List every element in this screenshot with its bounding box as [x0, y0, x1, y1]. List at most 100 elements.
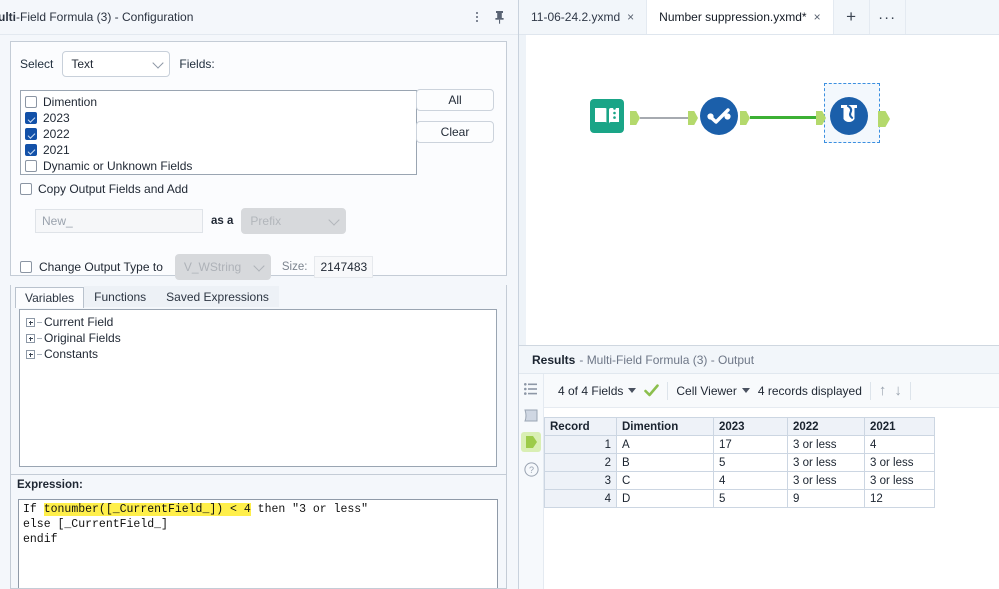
select-row: Select Text Fields:	[11, 42, 506, 77]
panel-glyph	[523, 409, 537, 421]
fields-selector[interactable]: 4 of 4 Fields	[558, 384, 637, 398]
checkbox-2023[interactable]	[25, 112, 37, 124]
connection-1[interactable]	[640, 117, 688, 119]
checkbox-dynamic-unknown[interactable]	[25, 160, 37, 172]
check-circle-icon	[700, 97, 738, 135]
scroll-up-icon[interactable]: ↑	[879, 382, 887, 399]
cell-2023: 4	[713, 471, 788, 490]
select-all-button[interactable]: All	[416, 89, 494, 111]
workflow-tab-1[interactable]: 11-06-24.2.yxmd ×	[519, 0, 648, 34]
field-label: Dynamic or Unknown Fields	[43, 159, 193, 173]
tree-item-label: Current Field	[44, 315, 114, 329]
output-type-dropdown[interactable]: V_WString	[174, 254, 271, 280]
field-item-2023[interactable]: 2023	[25, 110, 416, 126]
cell-viewer-label: Cell Viewer	[676, 383, 737, 398]
tab-functions[interactable]: Functions	[84, 286, 157, 307]
chevron-down-icon	[741, 388, 750, 393]
workflow-tab-2[interactable]: Number suppression.yxmd* ×	[647, 0, 834, 34]
table-row[interactable]: 3 C 4 3 or less 3 or less	[544, 471, 935, 490]
column-header-2023[interactable]: 2023	[713, 417, 788, 436]
column-header-record[interactable]: Record	[544, 417, 617, 436]
tab-overflow-button[interactable]: ···	[870, 0, 906, 34]
cell-2022: 9	[787, 489, 865, 508]
panel-view-icon[interactable]	[522, 406, 540, 424]
scroll-down-icon[interactable]: ↓	[894, 382, 902, 399]
close-icon[interactable]: ×	[627, 11, 634, 23]
more-options-icon[interactable]	[466, 5, 488, 29]
expand-plus-icon[interactable]	[26, 333, 35, 343]
expression-editor[interactable]: If tonumber([_CurrentField_]) < 4 then "…	[18, 499, 498, 588]
field-item-2021[interactable]: 2021	[25, 142, 416, 158]
new-name-row: New_ as a Prefix	[35, 208, 347, 234]
column-header-2021[interactable]: 2021	[864, 417, 935, 436]
tree-item-label: Original Fields	[44, 331, 121, 345]
multi-field-formula-tool[interactable]	[828, 95, 870, 140]
copy-output-fields-row[interactable]: Copy Output Fields and Add	[20, 181, 188, 197]
new-tab-button[interactable]: +	[834, 0, 870, 34]
fields-confirm-icon[interactable]	[644, 384, 660, 397]
expression-line2: else [_CurrentField_]	[23, 518, 168, 531]
output-anchor-1[interactable]	[630, 111, 640, 125]
field-item-dynamic-unknown[interactable]: Dynamic or Unknown Fields	[25, 158, 416, 174]
connection-2[interactable]	[750, 116, 816, 119]
checkbox-2022[interactable]	[25, 128, 37, 140]
field-item-dimention[interactable]: Dimention	[25, 94, 416, 110]
cell-dimention: B	[616, 453, 714, 472]
new-name-input[interactable]: New_	[35, 209, 203, 233]
chevron-down-icon	[152, 57, 165, 69]
toolbar-separator	[667, 381, 669, 400]
anchor-glyph	[525, 436, 537, 448]
size-input[interactable]: 2147483	[314, 256, 374, 278]
results-header: Results - Multi-Field Formula (3) - Outp…	[519, 346, 999, 374]
help-icon[interactable]: ?	[522, 460, 540, 478]
question-circle-glyph: ?	[523, 461, 539, 477]
checkbox-dimention[interactable]	[25, 96, 37, 108]
close-icon[interactable]: ×	[814, 11, 821, 23]
expand-plus-icon[interactable]	[26, 349, 35, 359]
book-icon	[590, 99, 624, 133]
workflow-tab-bar: 11-06-24.2.yxmd × Number suppression.yxm…	[519, 0, 999, 35]
fields-list[interactable]: Dimention 2023 2022 2021 Dynamic or Unkn…	[20, 90, 417, 175]
results-title: Results	[532, 352, 576, 367]
output-anchor-3[interactable]	[878, 111, 890, 127]
cell-2022: 3 or less	[787, 453, 865, 472]
tab-variables[interactable]: Variables	[15, 287, 85, 308]
configuration-panel: ulti-Field Formula (3) - Configuration S…	[0, 0, 519, 589]
tab-saved-expressions[interactable]: Saved Expressions	[156, 286, 279, 307]
table-row[interactable]: 1 A 17 3 or less 4	[544, 435, 935, 454]
column-header-2022[interactable]: 2022	[787, 417, 865, 436]
output-anchor-icon[interactable]	[521, 432, 541, 452]
checkbox-2021[interactable]	[25, 144, 37, 156]
column-header-dimention[interactable]: Dimention	[616, 417, 714, 436]
tree-item-original-fields[interactable]: Original Fields	[26, 330, 496, 346]
cell-viewer-selector[interactable]: Cell Viewer	[676, 383, 750, 398]
cell-dimention: D	[616, 489, 714, 508]
tree-item-current-field[interactable]: Current Field	[26, 314, 496, 330]
cell-2021: 4	[864, 435, 935, 454]
text-input-tool[interactable]	[586, 95, 628, 140]
cell-2021: 12	[864, 489, 935, 508]
checkbox-copy-output-fields[interactable]	[20, 183, 32, 195]
list-view-icon[interactable]	[522, 380, 540, 398]
table-row[interactable]: 2 B 5 3 or less 3 or less	[544, 453, 935, 472]
variables-tree[interactable]: Current Field Original Fields Constants	[19, 309, 497, 467]
tree-item-constants[interactable]: Constants	[26, 346, 496, 362]
input-anchor-2[interactable]	[688, 111, 698, 125]
page-title-bold: ulti	[0, 10, 16, 24]
cell-dimention: C	[616, 471, 714, 490]
select-type-dropdown[interactable]: Text	[62, 51, 171, 77]
select-tool[interactable]	[698, 95, 740, 140]
cell-record: 3	[544, 471, 617, 490]
tree-dash	[37, 353, 42, 355]
cell-record: 2	[544, 453, 617, 472]
results-grid[interactable]: Record Dimention 2023 2022 2021 1 A 17 3	[544, 408, 999, 589]
output-anchor-2[interactable]	[740, 111, 750, 125]
prefix-suffix-dropdown[interactable]: Prefix	[241, 208, 347, 234]
field-item-2022[interactable]: 2022	[25, 126, 416, 142]
pin-icon[interactable]	[488, 5, 510, 29]
checkbox-change-output-type[interactable]	[20, 261, 32, 273]
workflow-canvas[interactable]: If tonumber ([_CurrentField_]) < 4 then …	[519, 35, 999, 346]
clear-selection-button[interactable]: Clear	[416, 121, 494, 143]
expand-plus-icon[interactable]	[26, 317, 35, 327]
table-row[interactable]: 4 D 5 9 12	[544, 489, 935, 508]
